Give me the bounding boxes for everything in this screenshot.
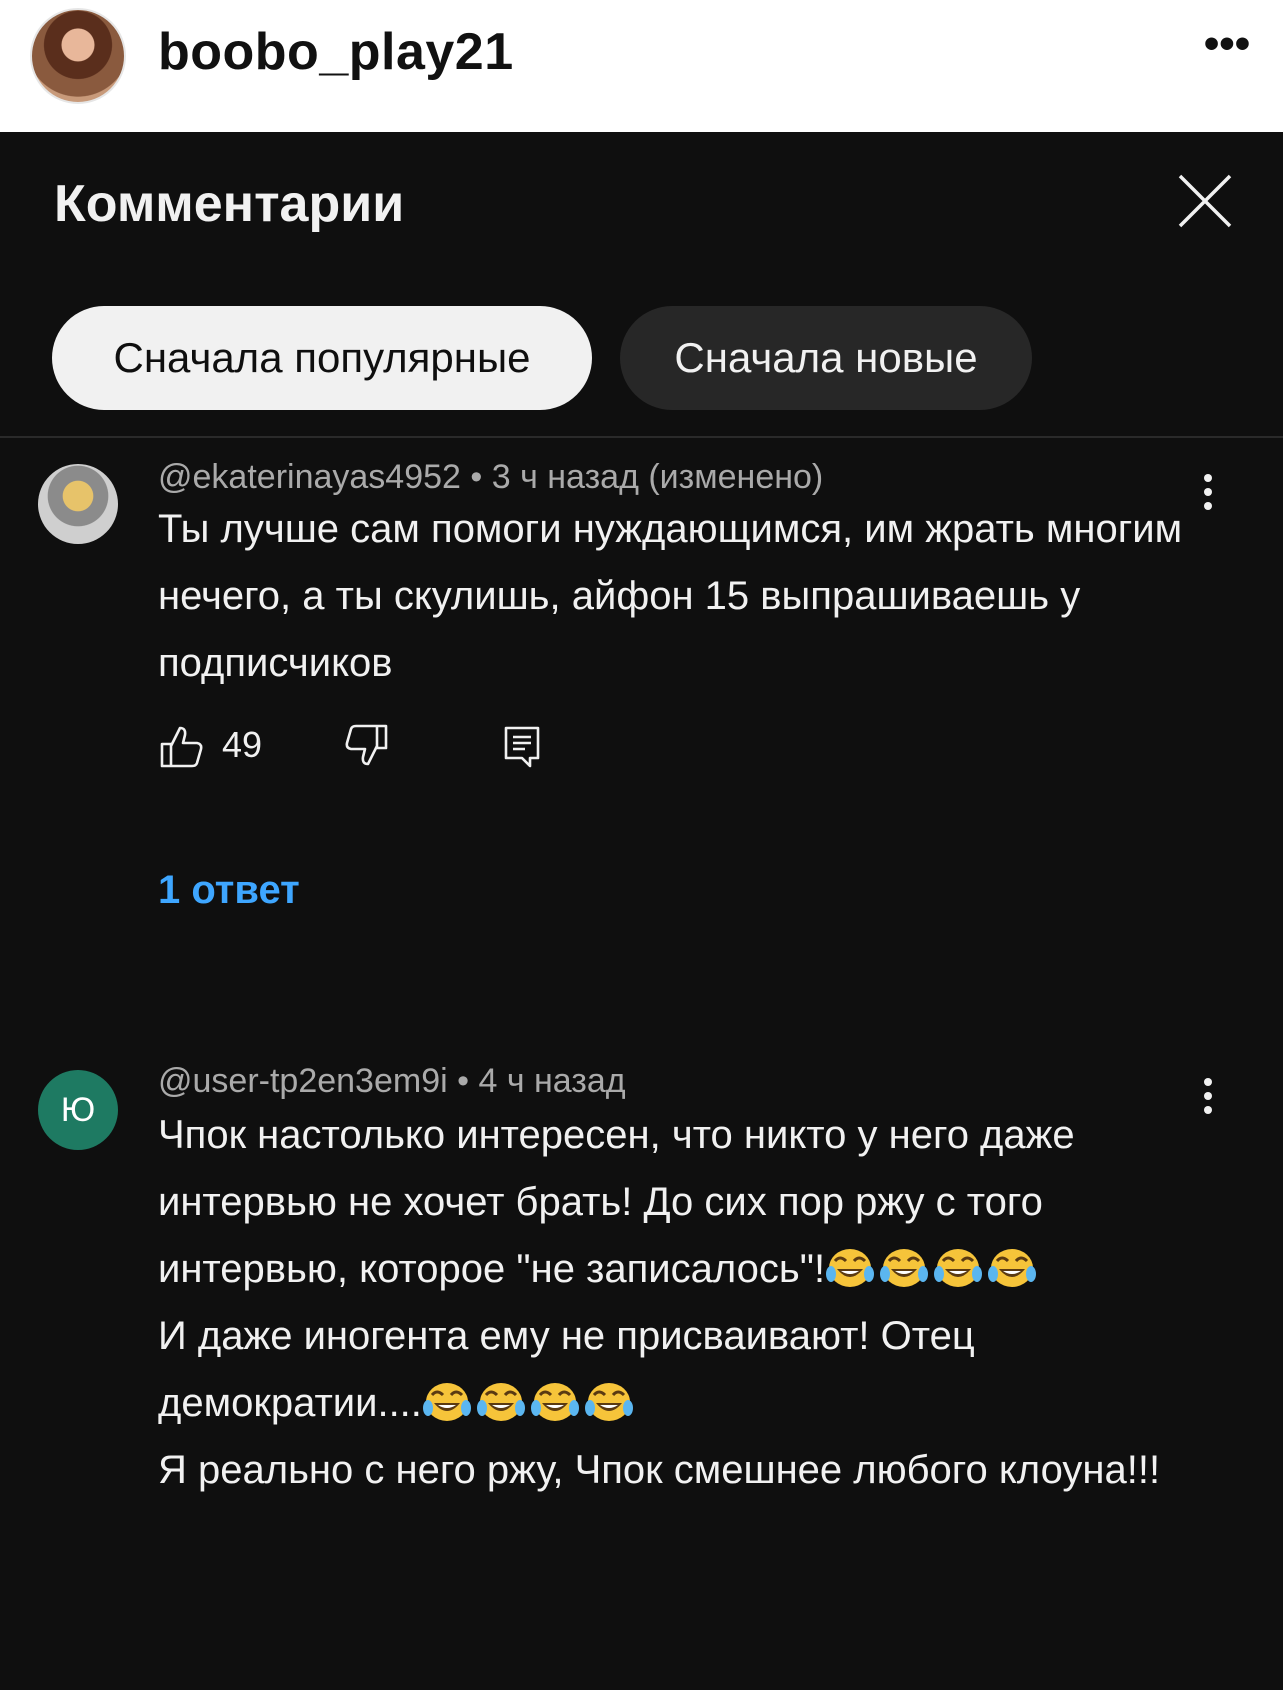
laughing-emoji [476, 1378, 526, 1424]
laughing-emoji [825, 1244, 875, 1290]
like-count: 49 [222, 724, 263, 765]
comment-author[interactable]: @user-tp2en3em9i [158, 1062, 448, 1100]
thumb-up-icon[interactable] [158, 722, 206, 770]
meta-separator: • [470, 458, 492, 496]
commenter-avatar[interactable]: Ю [38, 1070, 118, 1150]
chip-sort-popular[interactable]: Сначала популярные [52, 306, 592, 410]
laughing-emoji [422, 1378, 472, 1424]
view-replies-link[interactable]: 1 ответ [158, 868, 300, 913]
comment-time: 3 ч назад (изменено) [491, 458, 824, 496]
profile-avatar[interactable] [30, 8, 126, 104]
comments-panel: Комментарии Сначала популярные Сначала н… [0, 132, 1283, 1690]
comment-text: Ты лучше сам помоги нуждающимся, им жрат… [158, 507, 1183, 685]
comment-time: 4 ч назад [478, 1062, 626, 1100]
laughing-emoji [879, 1244, 929, 1290]
meta-separator: • [457, 1062, 479, 1100]
divider [0, 436, 1283, 438]
comment-text: Чпок настолько интересен, что никто у не… [158, 1102, 1198, 1504]
close-icon[interactable] [1172, 168, 1238, 234]
panel-title: Комментарии [54, 175, 405, 233]
instagram-header: boobo_play21 ••• [0, 0, 1283, 132]
reply-icon[interactable] [498, 722, 546, 770]
laughing-emoji [584, 1378, 634, 1424]
laughing-emoji [530, 1378, 580, 1424]
thumb-down-icon[interactable] [342, 722, 390, 770]
comment-actions: 49 [158, 716, 758, 776]
profile-username[interactable]: boobo_play21 [158, 22, 514, 82]
comment-author[interactable]: @ekaterinayas4952 [158, 458, 461, 496]
laughing-emoji [933, 1244, 983, 1290]
laughing-emoji [987, 1244, 1037, 1290]
chip-sort-newest[interactable]: Сначала новые [620, 306, 1032, 410]
more-icon[interactable]: ••• [1192, 14, 1262, 74]
commenter-avatar[interactable] [38, 464, 118, 544]
comment-paragraph: Я реально с него ржу, Чпок смешнее любог… [158, 1448, 1161, 1492]
comment-meta: @ekaterinayas4952 • 3 ч назад (изменено) [158, 458, 823, 497]
comment-meta: @user-tp2en3em9i • 4 ч назад [158, 1062, 626, 1101]
